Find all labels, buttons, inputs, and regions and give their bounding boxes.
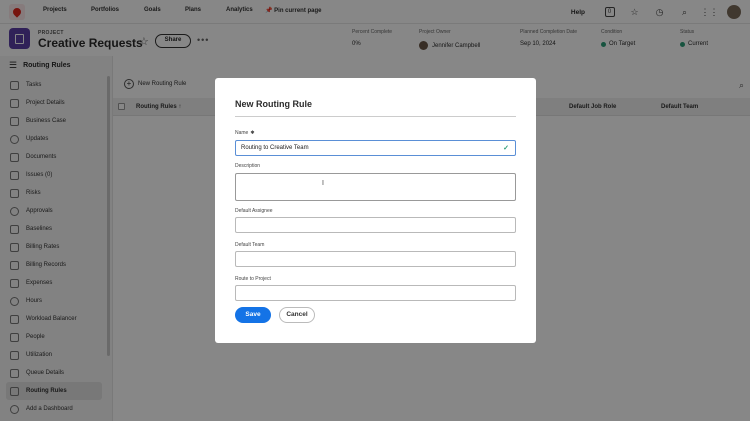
- save-button[interactable]: Save: [235, 307, 271, 323]
- name-input[interactable]: Routing to Creative Team ✓: [235, 140, 516, 156]
- name-input-value: Routing to Creative Team: [241, 145, 309, 151]
- default-team-label: Default Team: [235, 242, 265, 248]
- default-assignee-label: Default Assignee: [235, 208, 273, 214]
- description-label: Description: [235, 163, 261, 169]
- default-assignee-input[interactable]: [235, 217, 516, 233]
- valid-checkmark-icon: ✓: [503, 145, 509, 152]
- required-indicator: ✱: [250, 130, 255, 136]
- name-label-text: Name: [235, 130, 249, 136]
- default-team-input[interactable]: [235, 251, 516, 267]
- new-routing-rule-dialog: New Routing Rule Name ✱ Routing to Creati…: [215, 78, 536, 343]
- name-label: Name ✱: [235, 130, 255, 136]
- dialog-title: New Routing Rule: [235, 99, 312, 109]
- cancel-button[interactable]: Cancel: [279, 307, 315, 323]
- dialog-divider: [235, 116, 516, 117]
- route-to-project-label: Route to Project: [235, 276, 271, 282]
- route-to-project-input[interactable]: [235, 285, 516, 301]
- text-cursor-icon: I: [322, 180, 324, 187]
- description-textarea[interactable]: I: [235, 173, 516, 201]
